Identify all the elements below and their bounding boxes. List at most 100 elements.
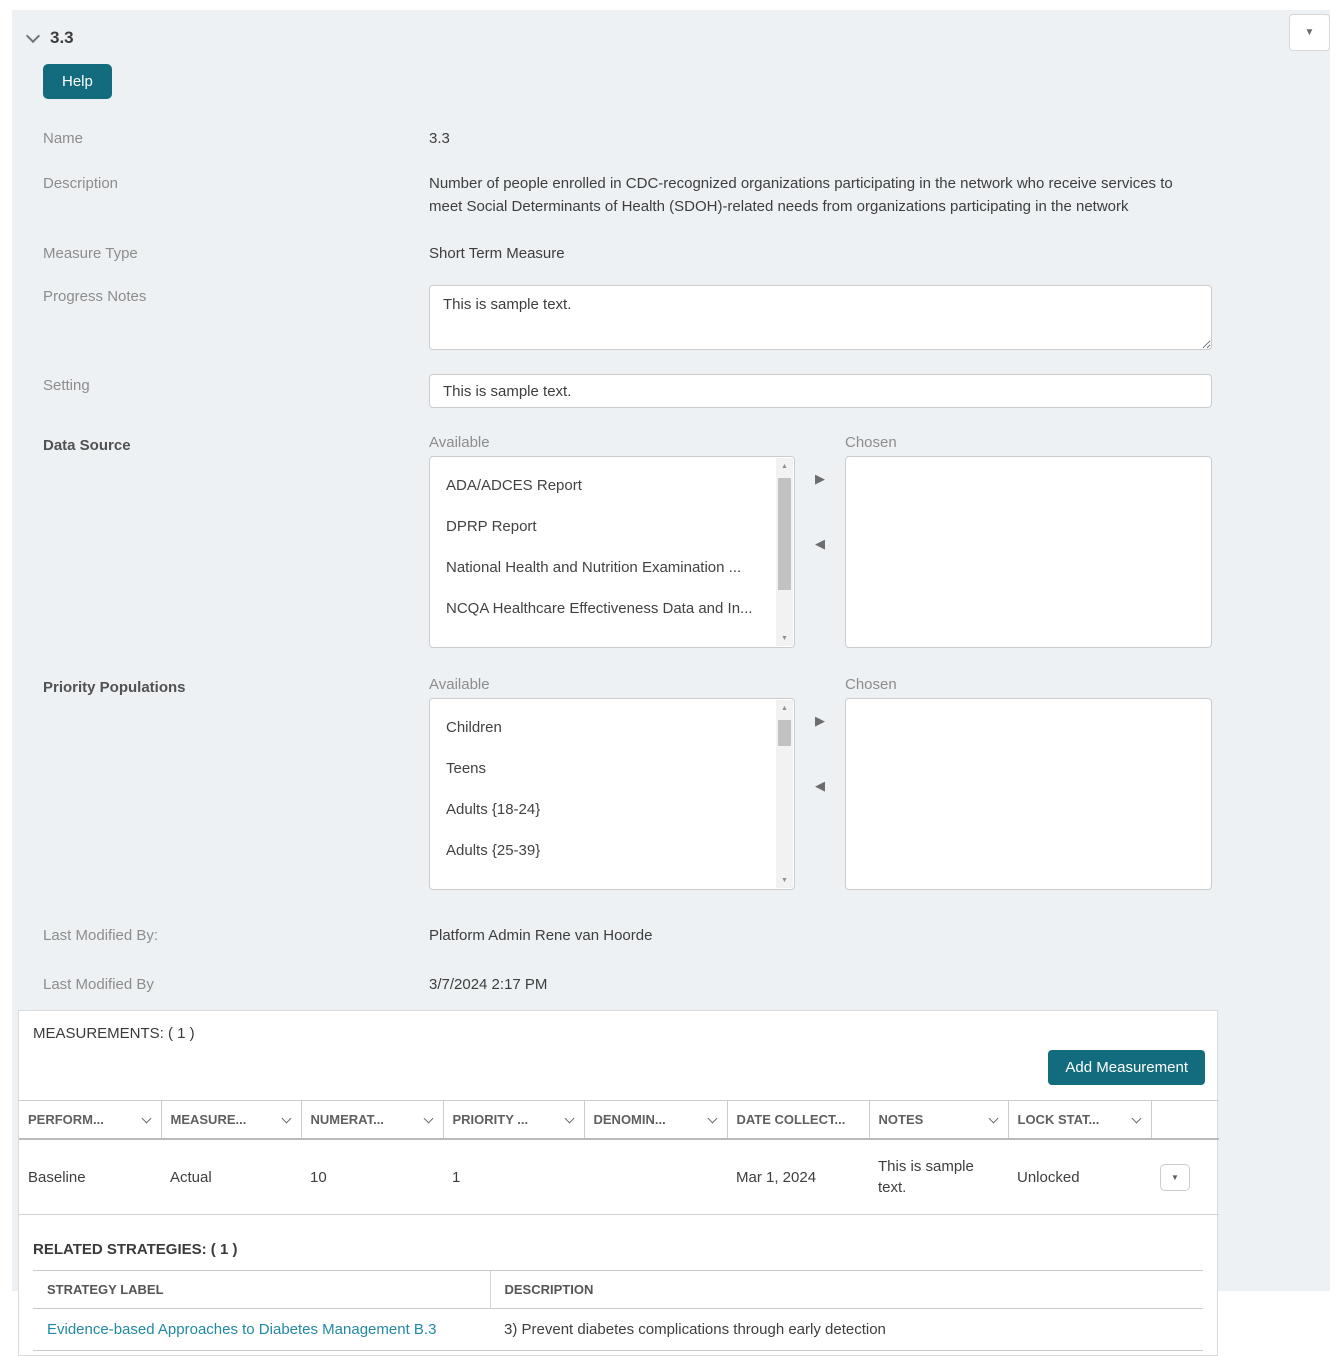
- list-item[interactable]: NCQA Healthcare Effectiveness Data and I…: [430, 588, 794, 629]
- cell-actions: ▼: [1151, 1139, 1219, 1215]
- chevron-down-icon[interactable]: [988, 1113, 998, 1123]
- list-item[interactable]: DPRP Report: [430, 506, 794, 547]
- column-header-priority[interactable]: PRIORITY ...: [442, 1100, 584, 1140]
- priority-populations-available-col: Available Children Teens Adults {18-24} …: [429, 676, 795, 890]
- data-source-available-listbox[interactable]: ADA/ADCES Report DPRP Report National He…: [429, 456, 795, 648]
- measurements-actions: Add Measurement: [19, 1050, 1217, 1085]
- description-label: Description: [43, 175, 119, 192]
- cell-performance: Baseline: [19, 1139, 161, 1215]
- priority-populations-scrollbar[interactable]: ▲ ▼: [776, 700, 793, 888]
- data-source-scrollbar[interactable]: ▲ ▼: [776, 458, 793, 646]
- list-item[interactable]: Children: [430, 707, 794, 748]
- priority-populations-available-label: Available: [429, 676, 490, 693]
- field-row-priority-populations: Priority Populations Available Children …: [12, 676, 1330, 890]
- scroll-down-icon[interactable]: ▼: [776, 630, 793, 646]
- measure-type-value: Short Term Measure: [429, 245, 565, 262]
- triangle-down-icon: ▼: [1171, 1172, 1179, 1182]
- measurements-header-row: PERFORM... MEASURE... NUMERAT... PRIORIT…: [19, 1100, 1219, 1140]
- last-modified-by-name-value: Platform Admin Rene van Hoorde: [429, 927, 653, 944]
- cell-numerator: 10: [301, 1139, 443, 1215]
- cell-strategy-description: 3) Prevent diabetes complications throug…: [490, 1308, 1203, 1351]
- list-item[interactable]: National Health and Nutrition Examinatio…: [430, 547, 794, 588]
- list-item[interactable]: Adults {18-24}: [430, 789, 794, 830]
- chevron-down-icon[interactable]: [564, 1113, 574, 1123]
- measurements-table: PERFORM... MEASURE... NUMERAT... PRIORIT…: [19, 1100, 1219, 1215]
- scrollbar-thumb[interactable]: [778, 478, 791, 590]
- priority-populations-label: Priority Populations: [43, 679, 186, 696]
- name-label: Name: [43, 130, 84, 147]
- column-header-measure[interactable]: MEASURE...: [160, 1100, 301, 1140]
- last-modified-by-date-label: Last Modified By: [43, 976, 154, 993]
- cell-lock-status: Unlocked: [1008, 1139, 1151, 1215]
- row-menu-button[interactable]: ▼: [1160, 1163, 1190, 1191]
- cell-priority: 1: [443, 1139, 584, 1215]
- field-row-measure-type: Measure Type Short Term Measure: [12, 242, 1330, 265]
- priority-populations-available-listbox[interactable]: Children Teens Adults {18-24} Adults {25…: [429, 698, 795, 890]
- last-modified-by-name-label: Last Modified By:: [43, 927, 159, 944]
- collapse-chevron-icon[interactable]: [25, 28, 41, 43]
- chevron-down-icon[interactable]: [1131, 1113, 1141, 1123]
- column-header-notes[interactable]: NOTES: [868, 1100, 1008, 1140]
- priority-populations-available-items: Children Teens Adults {18-24} Adults {25…: [430, 699, 794, 871]
- add-measurement-button[interactable]: Add Measurement: [1048, 1050, 1205, 1085]
- column-header-strategy-label: STRATEGY LABEL: [33, 1270, 490, 1309]
- field-row-name: Name 3.3: [12, 127, 1330, 150]
- triangle-down-icon: ▼: [1304, 27, 1315, 38]
- move-right-icon[interactable]: ▶: [815, 472, 825, 485]
- chevron-down-icon[interactable]: [281, 1113, 291, 1123]
- column-header-actions: [1150, 1100, 1219, 1140]
- data-source-duallist: Available ADA/ADCES Report DPRP Report N…: [429, 434, 1212, 648]
- last-modified-by-date-value: 3/7/2024 2:17 PM: [429, 976, 548, 993]
- measure-type-label: Measure Type: [43, 245, 138, 262]
- list-item[interactable]: ADA/ADCES Report: [430, 465, 794, 506]
- field-row-data-source: Data Source Available ADA/ADCES Report D…: [12, 434, 1330, 648]
- column-header-performance[interactable]: PERFORM...: [19, 1100, 161, 1140]
- column-header-denominator[interactable]: DENOMIN...: [583, 1100, 727, 1140]
- column-header-lock-status[interactable]: LOCK STAT...: [1007, 1100, 1151, 1140]
- chevron-down-icon[interactable]: [423, 1113, 433, 1123]
- section-header: 3.3: [12, 28, 1330, 48]
- list-item[interactable]: Adults {25-39}: [430, 830, 794, 871]
- data-source-available-col: Available ADA/ADCES Report DPRP Report N…: [429, 434, 795, 648]
- column-header-date-collected[interactable]: DATE COLLECT...: [726, 1100, 869, 1140]
- priority-populations-chosen-label: Chosen: [845, 676, 897, 693]
- scroll-down-icon[interactable]: ▼: [776, 872, 793, 888]
- data-source-label: Data Source: [43, 437, 131, 454]
- priority-populations-chosen-listbox[interactable]: [845, 698, 1212, 890]
- scroll-up-icon[interactable]: ▲: [776, 700, 793, 716]
- section-title: 3.3: [50, 28, 74, 47]
- move-left-icon[interactable]: ◀: [815, 779, 825, 792]
- data-source-available-label: Available: [429, 434, 490, 451]
- data-source-chosen-listbox[interactable]: [845, 456, 1212, 648]
- data-source-chosen-label: Chosen: [845, 434, 897, 451]
- list-item[interactable]: Teens: [430, 748, 794, 789]
- chevron-down-icon[interactable]: [707, 1113, 717, 1123]
- move-left-icon[interactable]: ◀: [815, 537, 825, 550]
- strategy-link[interactable]: Evidence-based Approaches to Diabetes Ma…: [47, 1321, 436, 1338]
- cell-measure: Actual: [161, 1139, 301, 1215]
- measure-detail-container: 3.3 ▼ Help Name 3.3 Description Number o…: [12, 10, 1330, 1356]
- scroll-up-icon[interactable]: ▲: [776, 458, 793, 474]
- section-menu-button[interactable]: ▼: [1289, 14, 1330, 51]
- field-row-setting: Setting: [12, 374, 1330, 408]
- data-source-available-items: ADA/ADCES Report DPRP Report National He…: [430, 457, 794, 629]
- progress-notes-textarea[interactable]: This is sample text.: [429, 285, 1212, 350]
- table-row: Baseline Actual 10 1 Mar 1, 2024 This is…: [19, 1139, 1219, 1215]
- description-value: Number of people enrolled in CDC-recogni…: [429, 175, 1173, 215]
- name-value: 3.3: [429, 130, 450, 147]
- setting-label: Setting: [43, 377, 90, 394]
- scrollbar-thumb[interactable]: [778, 720, 791, 746]
- chevron-down-icon[interactable]: [141, 1113, 151, 1123]
- setting-input[interactable]: [429, 374, 1212, 408]
- cell-strategy-label: Evidence-based Approaches to Diabetes Ma…: [33, 1308, 490, 1351]
- move-right-icon[interactable]: ▶: [815, 714, 825, 727]
- priority-populations-duallist: Available Children Teens Adults {18-24} …: [429, 676, 1212, 890]
- data-source-chosen-col: Chosen: [845, 434, 1212, 648]
- cell-notes: This is sample text.: [869, 1139, 1008, 1215]
- progress-notes-label: Progress Notes: [43, 288, 147, 305]
- measurements-panel: MEASUREMENTS: ( 1 ) Add Measurement PERF…: [18, 1010, 1219, 1356]
- column-header-numerator[interactable]: NUMERAT...: [300, 1100, 443, 1140]
- help-button[interactable]: Help: [43, 64, 112, 99]
- field-row-last-modified-by-date: Last Modified By 3/7/2024 2:17 PM: [12, 973, 1330, 996]
- related-strategies-title: RELATED STRATEGIES: ( 1 ): [33, 1241, 238, 1258]
